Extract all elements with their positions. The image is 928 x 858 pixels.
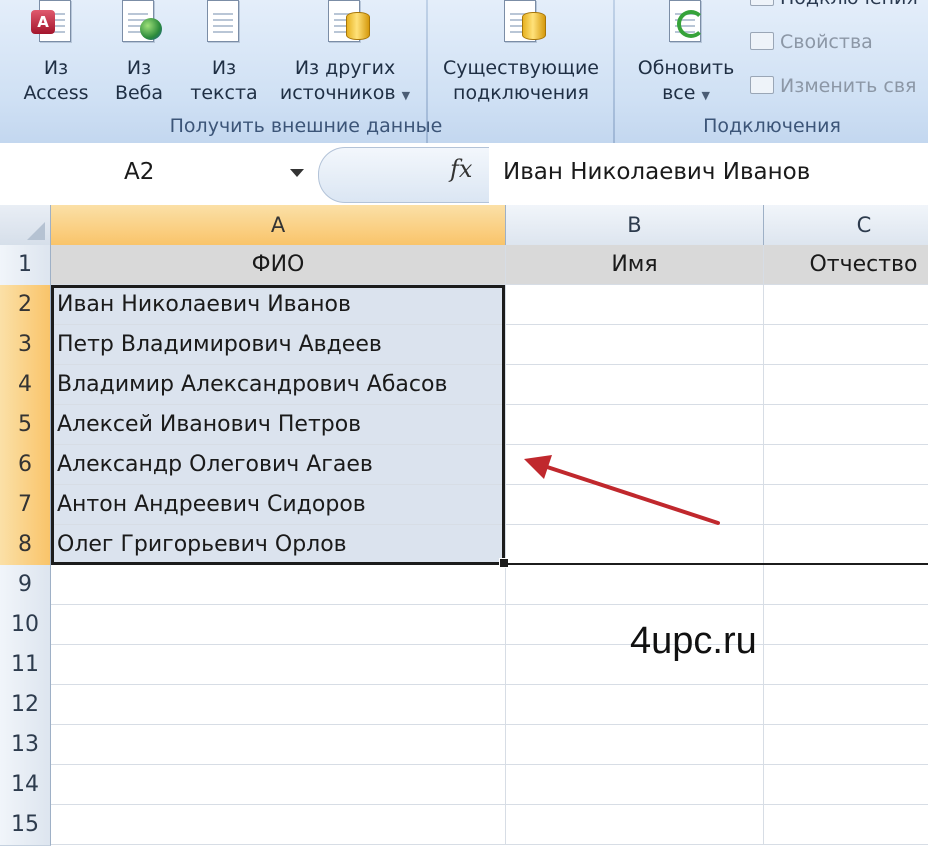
cell[interactable] (764, 405, 928, 445)
table-header-cell[interactable]: Отчество (764, 245, 928, 285)
from-other-sources-button[interactable]: Из других источников ▼ (270, 0, 420, 108)
from-web-button[interactable]: Из Веба (104, 0, 174, 106)
column-header-b[interactable]: B (506, 205, 764, 246)
table-header-cell[interactable]: ФИО (51, 245, 506, 285)
cell[interactable] (506, 685, 764, 725)
cell[interactable] (506, 765, 764, 805)
formula-input[interactable]: Иван Николаевич Иванов (503, 159, 810, 185)
cell[interactable] (506, 365, 764, 405)
row-header[interactable]: 14 (0, 765, 51, 806)
from-access-button[interactable]: A Из Access (16, 0, 96, 106)
cell[interactable] (764, 805, 928, 845)
table-header-cell[interactable]: Имя (506, 245, 764, 285)
formula-bar: A2 fx Иван Николаевич Иванов (0, 143, 928, 206)
name-cell[interactable]: Владимир Александрович Абасов (51, 365, 506, 405)
refresh-all-button[interactable]: Обновить все ▼ (626, 0, 746, 108)
cell[interactable] (764, 285, 928, 325)
cell[interactable] (764, 765, 928, 805)
database-icon (326, 0, 370, 44)
watermark: 4upc.ru (630, 620, 757, 662)
access-icon: A (31, 0, 75, 44)
name-cell[interactable]: Олег Григорьевич Орлов (51, 525, 506, 565)
properties-icon (750, 32, 774, 50)
row-header[interactable]: 9 (0, 565, 51, 606)
connections-group: Обновить все ▼ Подключения Свойства Изме… (616, 0, 928, 141)
dropdown-arrow-icon: ▼ (701, 89, 710, 102)
cell[interactable] (51, 645, 506, 685)
column-header-a[interactable]: A (51, 205, 506, 246)
cell[interactable] (764, 565, 928, 605)
name-cell[interactable]: Антон Андреевич Сидоров (51, 485, 506, 525)
row-header[interactable]: 3 (0, 325, 51, 366)
insert-function-icon[interactable]: fx (450, 155, 472, 183)
name-cell[interactable]: Иван Николаевич Иванов (51, 285, 506, 325)
cell[interactable] (51, 725, 506, 765)
cell[interactable] (506, 725, 764, 765)
row-header[interactable]: 10 (0, 605, 51, 646)
red-arrow-annotation (524, 455, 720, 525)
cell[interactable] (764, 445, 928, 485)
cell[interactable] (51, 805, 506, 845)
existing-connections-button[interactable]: Существующие подключения (438, 0, 604, 106)
cell[interactable] (506, 285, 764, 325)
row-header[interactable]: 5 (0, 405, 51, 446)
cell[interactable] (506, 805, 764, 845)
connections-small-icon (750, 0, 774, 6)
name-cell[interactable]: Алексей Иванович Петров (51, 405, 506, 445)
group-label-external-data: Получить внешние данные (169, 115, 443, 137)
cell[interactable] (506, 405, 764, 445)
name-cell[interactable]: Александр Олегович Агаев (51, 445, 506, 485)
cell[interactable] (764, 645, 928, 685)
name-box-dropdown-icon[interactable] (290, 169, 304, 177)
edit-links-button[interactable]: Изменить свя (750, 74, 917, 98)
properties-button[interactable]: Свойства (750, 30, 873, 54)
cell[interactable] (51, 765, 506, 805)
arrow-head (524, 455, 552, 479)
row-header[interactable]: 1 (0, 245, 51, 286)
row-header[interactable]: 6 (0, 445, 51, 486)
text-file-icon (205, 0, 243, 44)
column-header-c[interactable]: C (764, 205, 928, 246)
cell[interactable] (51, 685, 506, 725)
name-cell[interactable]: Петр Владимирович Авдеев (51, 325, 506, 365)
cell[interactable] (764, 325, 928, 365)
row-header[interactable]: 7 (0, 485, 51, 526)
ribbon: A Из Access Из Веба Из текста Из других … (0, 0, 928, 144)
divider (505, 563, 928, 565)
row-header[interactable]: 11 (0, 645, 51, 686)
row-header[interactable]: 12 (0, 685, 51, 726)
arrow-shaft (536, 462, 720, 525)
cell[interactable] (764, 605, 928, 645)
connections-button[interactable]: Подключения (750, 0, 918, 10)
link-icon (750, 76, 774, 94)
cell[interactable] (506, 325, 764, 365)
connections-icon (502, 0, 546, 44)
cell[interactable] (506, 565, 764, 605)
cell[interactable] (51, 565, 506, 605)
cell[interactable] (764, 365, 928, 405)
row-header[interactable]: 4 (0, 365, 51, 406)
web-globe-icon (120, 0, 162, 44)
from-text-button[interactable]: Из текста (184, 0, 264, 106)
dropdown-arrow-icon: ▼ (401, 89, 411, 102)
group-label-connections: Подключения (703, 115, 841, 137)
cell[interactable] (764, 685, 928, 725)
row-header[interactable]: 8 (0, 525, 51, 566)
cell[interactable] (764, 725, 928, 765)
cell[interactable] (764, 525, 928, 565)
get-external-data-group: A Из Access Из Веба Из текста Из других … (0, 0, 612, 143)
worksheet-grid: A B C 1 ФИО Имя Отчество 2 Иван Николаевич Ив… (0, 205, 928, 858)
select-all-button[interactable] (0, 205, 51, 246)
row-header[interactable]: 15 (0, 805, 51, 846)
divider (613, 0, 615, 143)
row-header[interactable]: 13 (0, 725, 51, 766)
refresh-icon (667, 0, 705, 44)
name-box[interactable]: A2 (0, 149, 318, 199)
name-box-value: A2 (124, 159, 155, 185)
cell[interactable] (51, 605, 506, 645)
row-header[interactable]: 2 (0, 285, 51, 326)
cell[interactable] (764, 485, 928, 525)
